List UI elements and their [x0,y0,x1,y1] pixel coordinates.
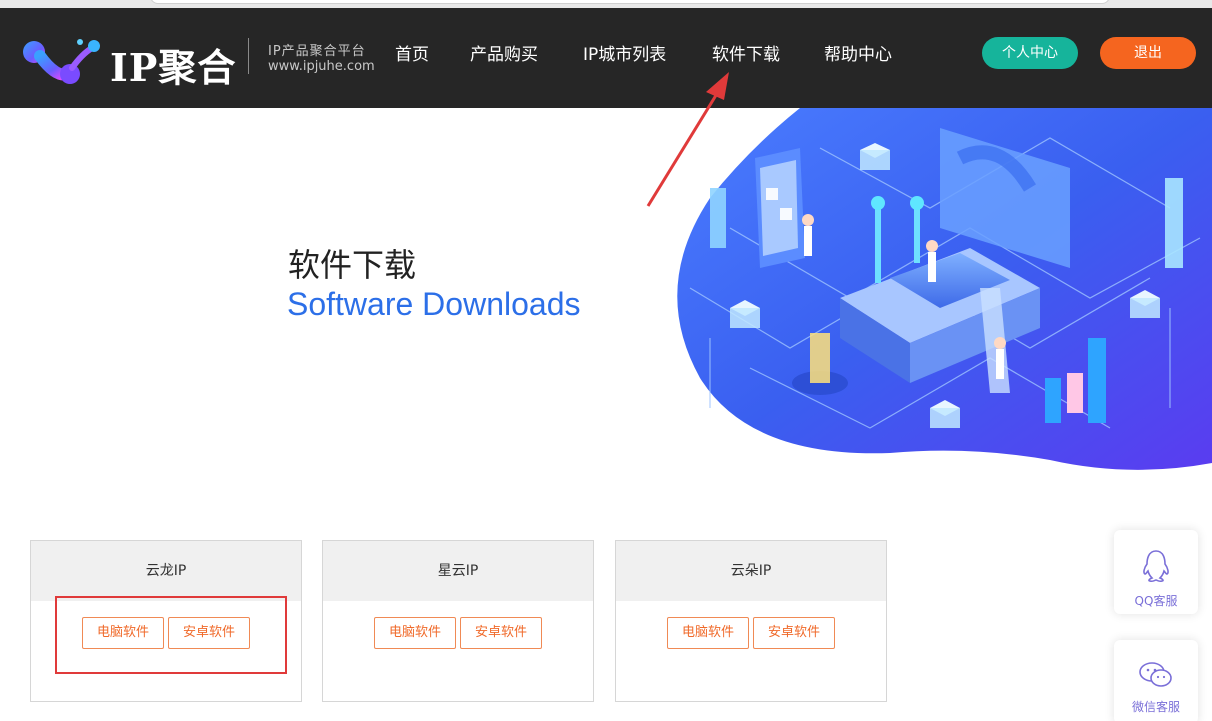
url-bar[interactable] [150,0,1110,4]
nav-item-home[interactable]: 首页 [395,40,429,65]
banner-title: 软件下载 [288,246,417,284]
card-body: 电脑软件 安卓软件 [31,601,301,701]
software-card-xingyun: 星云IP 电脑软件 安卓软件 [322,540,594,702]
logout-button[interactable]: 退出 [1100,37,1196,69]
wechat-service-label: 微信客服 [1131,700,1180,714]
banner-subtitle: Software Downloads [287,286,581,322]
logo-url: www.ipjuhe.com [268,59,375,74]
qq-service-label: QQ客服 [1134,594,1178,608]
pc-software-button[interactable]: 电脑软件 [82,617,164,649]
card-title: 云朵IP [616,541,886,601]
card-title: 云龙IP [31,541,301,601]
card-body: 电脑软件 安卓软件 [616,601,886,701]
pc-software-button[interactable]: 电脑软件 [374,617,456,649]
user-center-button[interactable]: 个人中心 [982,37,1078,69]
browser-url-bar-strip [0,0,1212,8]
android-software-button[interactable]: 安卓软件 [460,617,542,649]
nav-item-buy[interactable]: 产品购买 [470,40,538,65]
android-software-button[interactable]: 安卓软件 [753,617,835,649]
software-card-yunlong: 云龙IP 电脑软件 安卓软件 [30,540,302,702]
logo-divider [248,38,249,74]
logo-text[interactable]: IP聚合 [110,37,236,92]
wechat-service-widget[interactable]: 微信客服 [1114,640,1198,721]
qq-penguin-icon [1143,550,1169,583]
android-software-button[interactable]: 安卓软件 [168,617,250,649]
software-card-yunduo: 云朵IP 电脑软件 安卓软件 [615,540,887,702]
wechat-bubbles-icon [1139,662,1172,687]
site-header: IP聚合 IP产品聚合平台 www.ipjuhe.com 首页 产品购买 IP城… [0,8,1212,108]
nav-item-help[interactable]: 帮助中心 [824,40,892,65]
isometric-tech-illustration [677,108,1212,470]
card-body: 电脑软件 安卓软件 [323,601,593,701]
logo-subtitle: IP产品聚合平台 [268,44,366,59]
qq-service-widget[interactable]: QQ客服 [1114,530,1198,614]
nav-item-downloads[interactable]: 软件下载 [712,40,780,65]
card-title: 星云IP [323,541,593,601]
molecule-logo-icon[interactable] [22,34,102,86]
pc-software-button[interactable]: 电脑软件 [667,617,749,649]
nav-item-city-list[interactable]: IP城市列表 [583,40,666,65]
